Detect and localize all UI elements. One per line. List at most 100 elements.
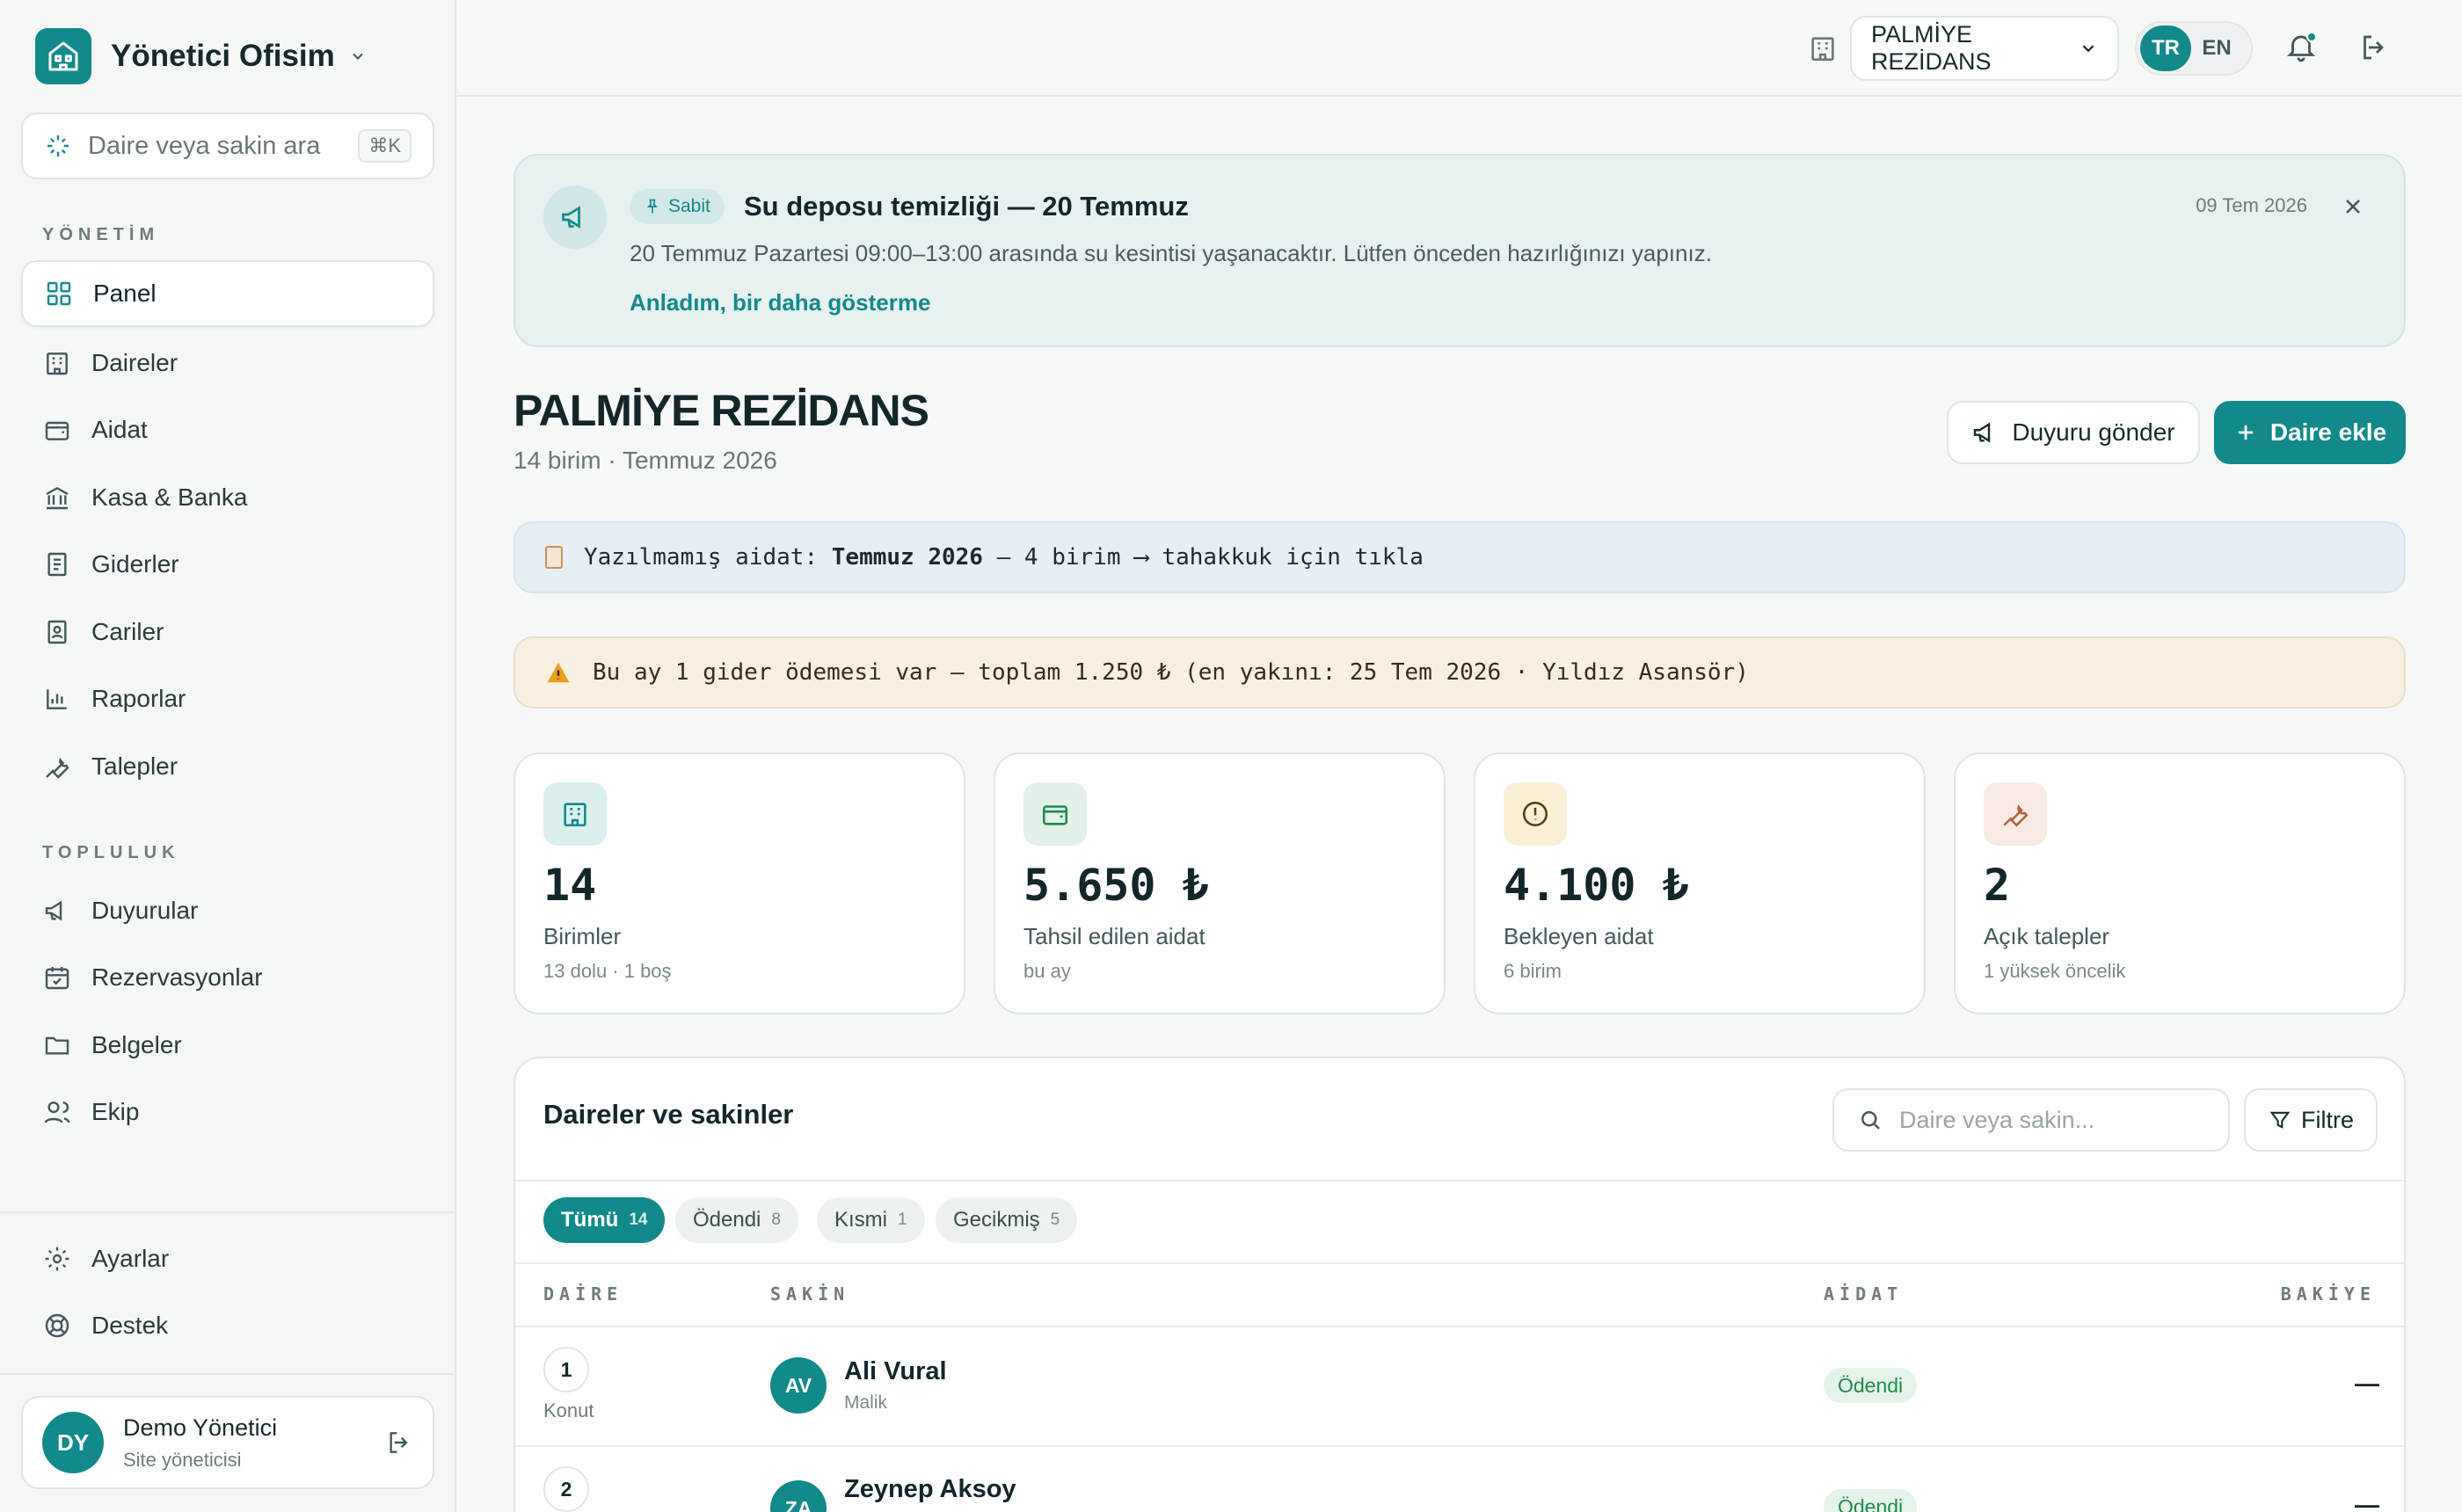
stat-sub: 13 dolu · 1 boş xyxy=(543,960,672,982)
send-announcement-label: Duyuru gönder xyxy=(2012,418,2175,446)
user-card[interactable]: DY Demo Yönetici Site yöneticisi xyxy=(21,1396,434,1489)
send-announcement-button[interactable]: Duyuru gönder xyxy=(1947,401,2200,464)
stat-card-requests[interactable]: 2 Açık talepler 1 yüksek öncelik xyxy=(1954,752,2406,1014)
unposted-dues-banner[interactable]: Yazılmamış aidat: Temmuz 2026 — 4 birim … xyxy=(514,521,2406,593)
bar-chart-icon xyxy=(42,684,72,714)
stat-value: 2 xyxy=(1984,860,2011,911)
stat-sub: 6 birim xyxy=(1504,960,1562,982)
table-row[interactable]: 2 ZA Zeynep Aksoy Ödendi — xyxy=(515,1447,2404,1512)
megaphone-icon xyxy=(42,896,72,926)
chip-paid[interactable]: Ödendi 8 xyxy=(675,1197,798,1243)
sidebar-item-cariler[interactable]: Cariler xyxy=(21,599,434,665)
column-header-balance[interactable]: BAKİYE xyxy=(2281,1283,2376,1305)
filter-button[interactable]: Filtre xyxy=(2244,1088,2378,1152)
sidebar: Yönetici Ofisim Daire veya sakin ara ⌘K … xyxy=(0,0,456,1512)
announcement-body: 20 Temmuz Pazartesi 09:00–13:00 arasında… xyxy=(630,240,1712,266)
user-name: Demo Yönetici xyxy=(123,1414,278,1441)
status-badge: Ödendi xyxy=(1824,1489,1918,1512)
avatar: ZA xyxy=(770,1480,827,1512)
pinned-badge: Sabit xyxy=(630,189,725,224)
building-icon xyxy=(42,348,72,378)
logout-icon[interactable] xyxy=(2358,32,2390,63)
stat-card-units[interactable]: 14 Birimler 13 dolu · 1 boş xyxy=(514,752,965,1014)
stat-card-pending[interactable]: 4.100 ₺ Bekleyen aidat 6 birim xyxy=(1474,752,1926,1014)
sidebar-item-label: Belgeler xyxy=(91,1031,182,1058)
chip-count: 8 xyxy=(771,1210,781,1229)
column-header-resident[interactable]: SAKİN xyxy=(770,1283,849,1305)
sidebar-item-ayarlar[interactable]: Ayarlar xyxy=(21,1225,434,1292)
pinned-label: Sabit xyxy=(668,196,710,216)
sidebar-item-duyurular[interactable]: Duyurular xyxy=(21,877,434,944)
sidebar-item-belgeler[interactable]: Belgeler xyxy=(21,1012,434,1079)
unit-number: 1 xyxy=(543,1347,589,1392)
notifications-button[interactable] xyxy=(2284,30,2320,65)
table-search-input[interactable]: Daire veya sakin... xyxy=(1832,1088,2230,1152)
topbar: PALMİYE REZİDANS TR EN xyxy=(457,0,2462,97)
announcement-title: Su deposu temizliği — 20 Temmuz xyxy=(744,191,1189,222)
search-placeholder: Daire veya sakin ara xyxy=(88,131,321,160)
sidebar-item-label: Ayarlar xyxy=(91,1245,170,1272)
lang-tr-button[interactable]: TR xyxy=(2140,25,2191,71)
chevron-down-icon xyxy=(353,53,363,60)
filter-icon xyxy=(2269,1111,2291,1129)
site-select-value: PALMİYE REZİDANS xyxy=(1871,21,1992,75)
unit-type: Konut xyxy=(543,1399,594,1421)
bank-icon xyxy=(42,483,72,512)
dismiss-announcement-link[interactable]: Anladım, bir daha gösterme xyxy=(630,289,930,316)
sidebar-item-label: Cariler xyxy=(91,618,164,645)
receipt-icon xyxy=(42,549,72,579)
notification-dot xyxy=(2306,32,2317,42)
logout-icon[interactable] xyxy=(385,1428,413,1457)
lang-en-button[interactable]: EN xyxy=(2191,25,2242,71)
chip-label: Gecikmiş xyxy=(953,1208,1040,1232)
chip-all[interactable]: Tümü 14 xyxy=(543,1197,666,1243)
brand-switcher[interactable]: Yönetici Ofisim xyxy=(35,28,367,84)
sidebar-item-daireler[interactable]: Daireler xyxy=(21,330,434,396)
resident-name: Zeynep Aksoy xyxy=(844,1475,1016,1503)
chip-count: 14 xyxy=(629,1210,648,1229)
chip-count: 1 xyxy=(898,1210,907,1229)
dashboard-icon xyxy=(44,279,74,309)
sidebar-divider xyxy=(0,1373,456,1375)
warning-icon xyxy=(547,662,570,683)
close-icon[interactable] xyxy=(2341,194,2365,219)
sidebar-item-label: Rezervasyonlar xyxy=(91,963,263,991)
stat-card-collected[interactable]: 5.650 ₺ Tahsil edilen aidat bu ay xyxy=(994,752,1446,1014)
pin-icon xyxy=(646,199,659,214)
sidebar-item-label: Duyurular xyxy=(91,897,199,924)
sidebar-item-ekip[interactable]: Ekip xyxy=(21,1079,434,1145)
page-title: PALMİYE REZİDANS xyxy=(514,386,929,435)
sidebar-item-rezervasyonlar[interactable]: Rezervasyonlar xyxy=(21,944,434,1011)
plus-icon xyxy=(2238,425,2253,440)
wrench-icon xyxy=(42,752,72,781)
chevron-down-icon xyxy=(2082,45,2094,53)
site-select[interactable]: PALMİYE REZİDANS xyxy=(1850,16,2119,81)
sidebar-item-aidat[interactable]: Aidat xyxy=(21,396,434,463)
sidebar-item-raporlar[interactable]: Raporlar xyxy=(21,665,434,732)
resident-name: Ali Vural xyxy=(844,1357,947,1385)
sidebar-item-talepler[interactable]: Talepler xyxy=(21,733,434,800)
stat-sub: 1 yüksek öncelik xyxy=(1984,960,2126,982)
stat-label: Birimler xyxy=(543,923,622,949)
sidebar-item-giderler[interactable]: Giderler xyxy=(21,531,434,598)
status-badge: Ödendi xyxy=(1824,1368,1918,1403)
sidebar-item-label: Ekip xyxy=(91,1098,140,1125)
chip-partial[interactable]: Kısmi 1 xyxy=(817,1197,925,1243)
filter-label: Filtre xyxy=(2301,1106,2354,1133)
chip-overdue[interactable]: Gecikmiş 5 xyxy=(936,1197,1078,1243)
sidebar-search[interactable]: Daire veya sakin ara ⌘K xyxy=(21,113,434,179)
column-header-dues[interactable]: AİDAT xyxy=(1824,1283,1903,1305)
sidebar-item-panel[interactable]: Panel xyxy=(21,260,434,327)
add-unit-button[interactable]: Daire ekle xyxy=(2214,401,2406,464)
avatar: AV xyxy=(770,1357,827,1414)
column-header-unit[interactable]: DAİRE xyxy=(543,1283,623,1305)
table-row[interactable]: 1 Konut AV Ali Vural Malik Ödendi — xyxy=(515,1327,2404,1443)
building-icon xyxy=(543,782,607,846)
sidebar-item-kasa-banka[interactable]: Kasa & Banka xyxy=(21,464,434,531)
section-label-management: YÖNETİM xyxy=(42,225,160,244)
divider xyxy=(515,1180,2404,1181)
sidebar-item-destek[interactable]: Destek xyxy=(21,1292,434,1359)
lifebuoy-icon xyxy=(42,1311,72,1341)
unposted-month: Temmuz 2026 xyxy=(831,544,983,571)
wallet-icon xyxy=(42,415,72,445)
